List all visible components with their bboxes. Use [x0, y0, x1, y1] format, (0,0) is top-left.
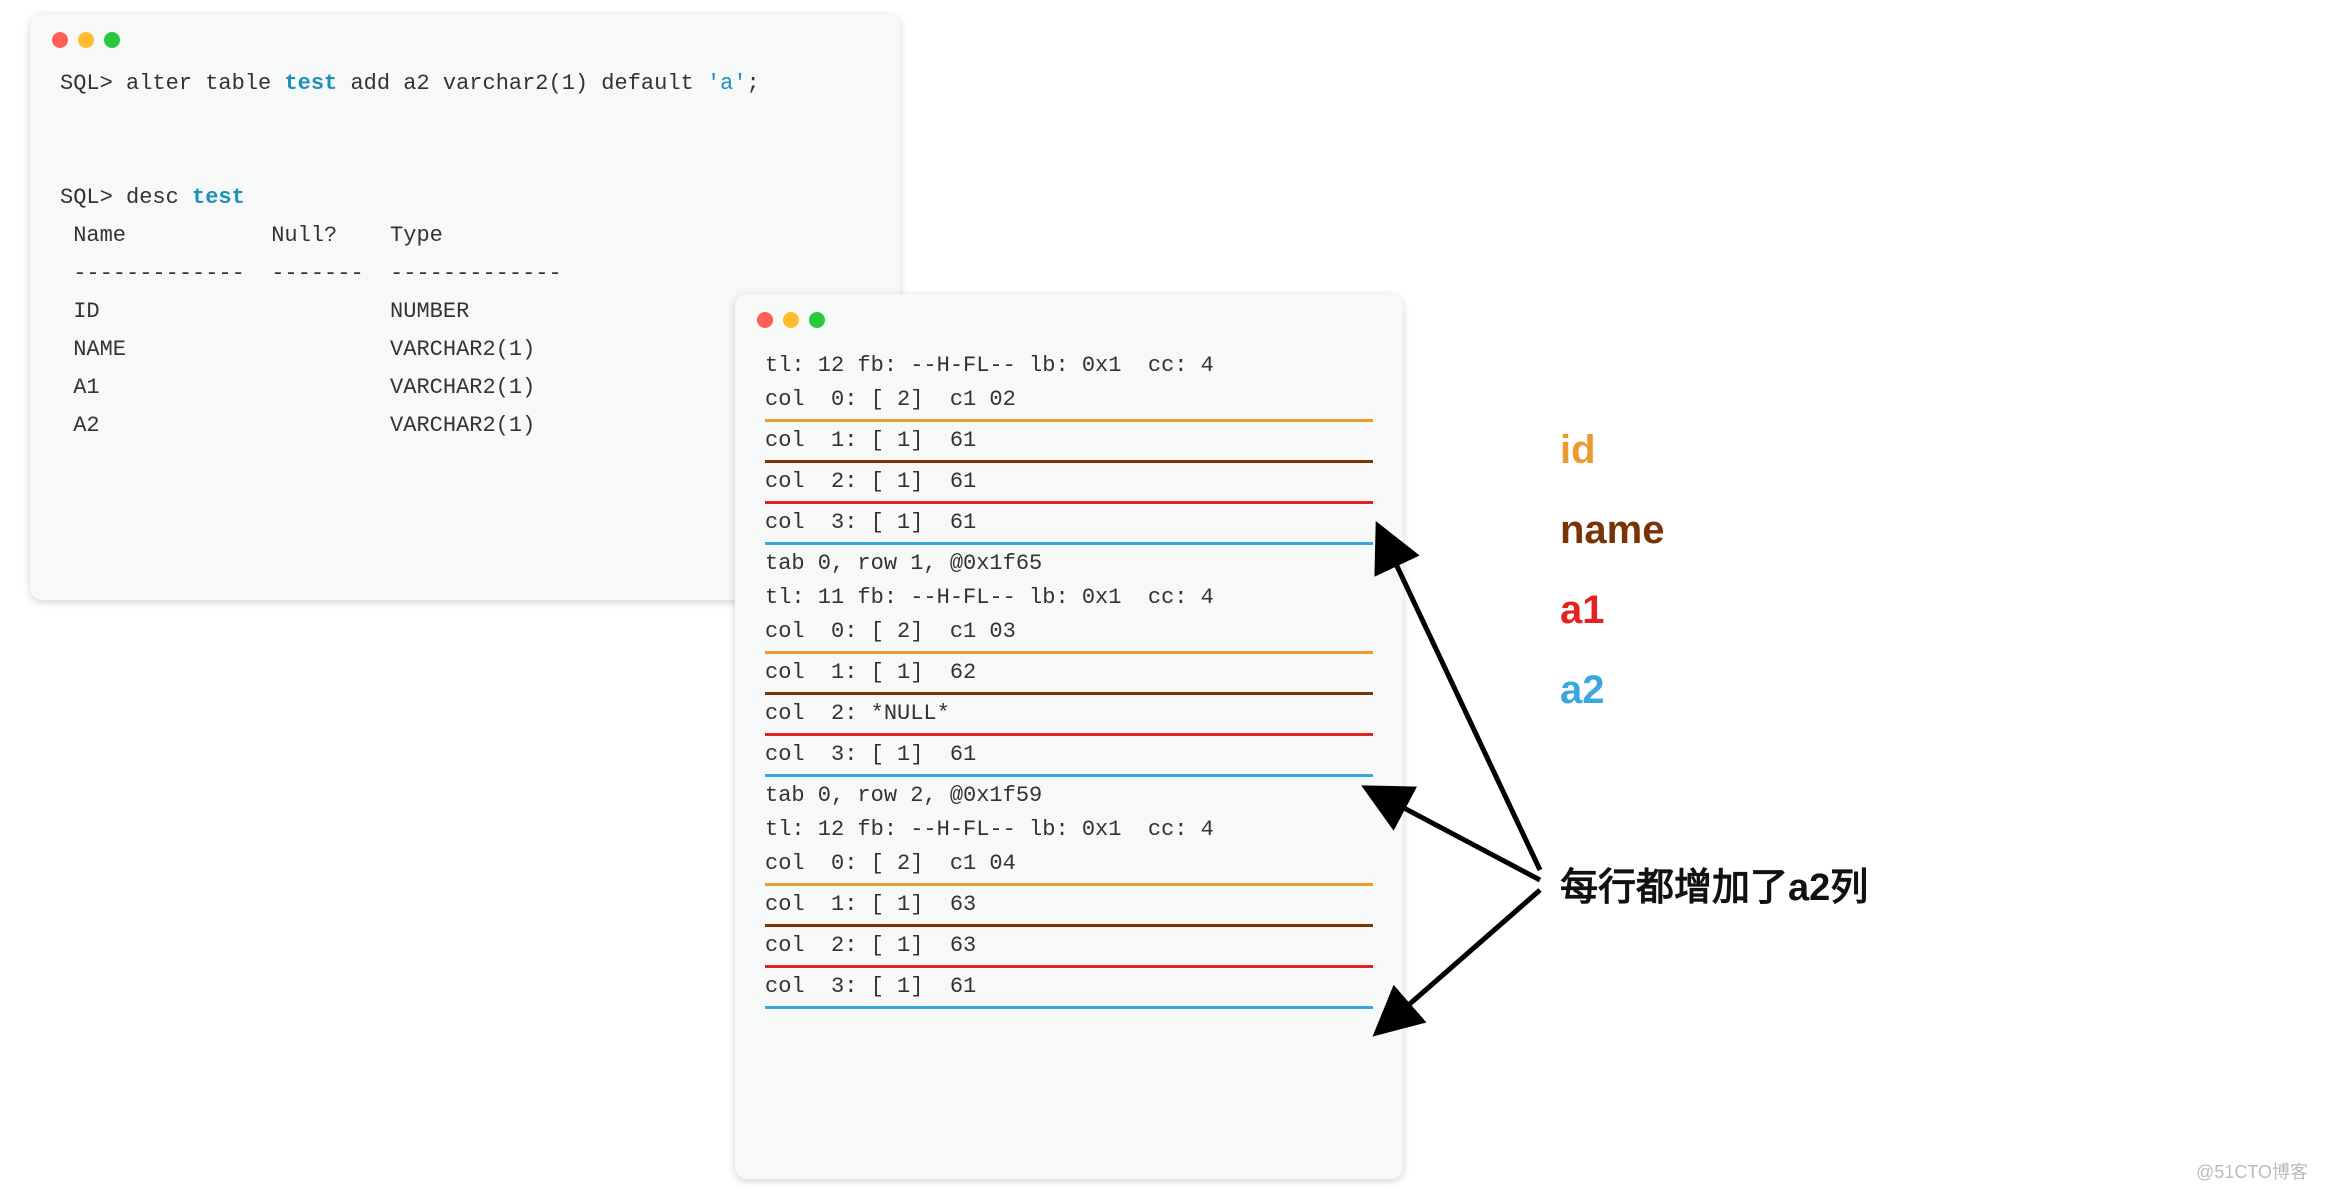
legend-name: name: [1560, 490, 1665, 570]
titlebar: [30, 14, 900, 61]
separator-orange: [765, 883, 1373, 886]
token-test: test: [192, 185, 245, 210]
legend-a2: a2: [1560, 650, 1665, 730]
token-test: test: [284, 71, 337, 96]
desc-divider: ------------- ------- -------------: [60, 261, 562, 286]
dump-line: tl: 12 fb: --H-FL-- lb: 0x1 cc: 4: [765, 813, 1373, 847]
block-dump: tl: 12 fb: --H-FL-- lb: 0x1 cc: 4col 0: …: [735, 341, 1403, 1041]
caption: 每行都增加了a2列: [1560, 856, 1868, 911]
close-icon: [52, 32, 68, 48]
legend-a1: a1: [1560, 570, 1665, 650]
dump-window: tl: 12 fb: --H-FL-- lb: 0x1 cc: 4col 0: …: [735, 294, 1403, 1179]
traffic-lights: [52, 32, 120, 48]
separator-blue: [765, 542, 1373, 545]
desc-header: Name Null? Type: [60, 223, 443, 248]
stmt-end: ;: [747, 71, 760, 96]
minimize-icon: [783, 312, 799, 328]
string-literal: 'a': [707, 71, 747, 96]
dump-line: col 1: [ 1] 63: [765, 888, 1373, 922]
column-legend: id name a1 a2: [1560, 410, 1665, 730]
sql-prompt: SQL>: [60, 71, 113, 96]
dump-line: col 0: [ 2] c1 04: [765, 847, 1373, 881]
desc-row: ID NUMBER NAME VARCHAR2(1) A1 VARCHAR2(1…: [60, 299, 535, 438]
sql-prompt: SQL>: [60, 185, 113, 210]
dump-line: col 2: [ 1] 63: [765, 929, 1373, 963]
separator-brown: [765, 692, 1373, 695]
dump-line: col 3: [ 1] 61: [765, 738, 1373, 772]
dump-line: col 0: [ 2] c1 03: [765, 615, 1373, 649]
desc-pre: desc: [113, 185, 192, 210]
dump-line: col 3: [ 1] 61: [765, 970, 1373, 1004]
zoom-icon: [104, 32, 120, 48]
watermark: @51CTO博客: [2196, 1158, 2308, 1184]
dump-line: col 2: [ 1] 61: [765, 465, 1373, 499]
traffic-lights: [757, 312, 825, 328]
alter-stmt-mid: add a2 varchar2(1) default: [337, 71, 707, 96]
separator-brown: [765, 460, 1373, 463]
dump-line: tab 0, row 1, @0x1f65: [765, 547, 1373, 581]
legend-id: id: [1560, 410, 1665, 490]
separator-orange: [765, 419, 1373, 422]
dump-line: col 2: *NULL*: [765, 697, 1373, 731]
zoom-icon: [809, 312, 825, 328]
close-icon: [757, 312, 773, 328]
dump-line: col 3: [ 1] 61: [765, 506, 1373, 540]
dump-line: tl: 12 fb: --H-FL-- lb: 0x1 cc: 4: [765, 349, 1373, 383]
separator-orange: [765, 651, 1373, 654]
separator-brown: [765, 924, 1373, 927]
dump-line: tab 0, row 2, @0x1f59: [765, 779, 1373, 813]
minimize-icon: [78, 32, 94, 48]
separator-red: [765, 733, 1373, 736]
dump-line: tl: 11 fb: --H-FL-- lb: 0x1 cc: 4: [765, 581, 1373, 615]
alter-stmt-pre: alter table: [113, 71, 285, 96]
separator-blue: [765, 1006, 1373, 1009]
dump-line: col 0: [ 2] c1 02: [765, 383, 1373, 417]
titlebar: [735, 294, 1403, 341]
separator-blue: [765, 774, 1373, 777]
dump-line: col 1: [ 1] 62: [765, 656, 1373, 690]
separator-red: [765, 965, 1373, 968]
dump-line: col 1: [ 1] 61: [765, 424, 1373, 458]
separator-red: [765, 501, 1373, 504]
